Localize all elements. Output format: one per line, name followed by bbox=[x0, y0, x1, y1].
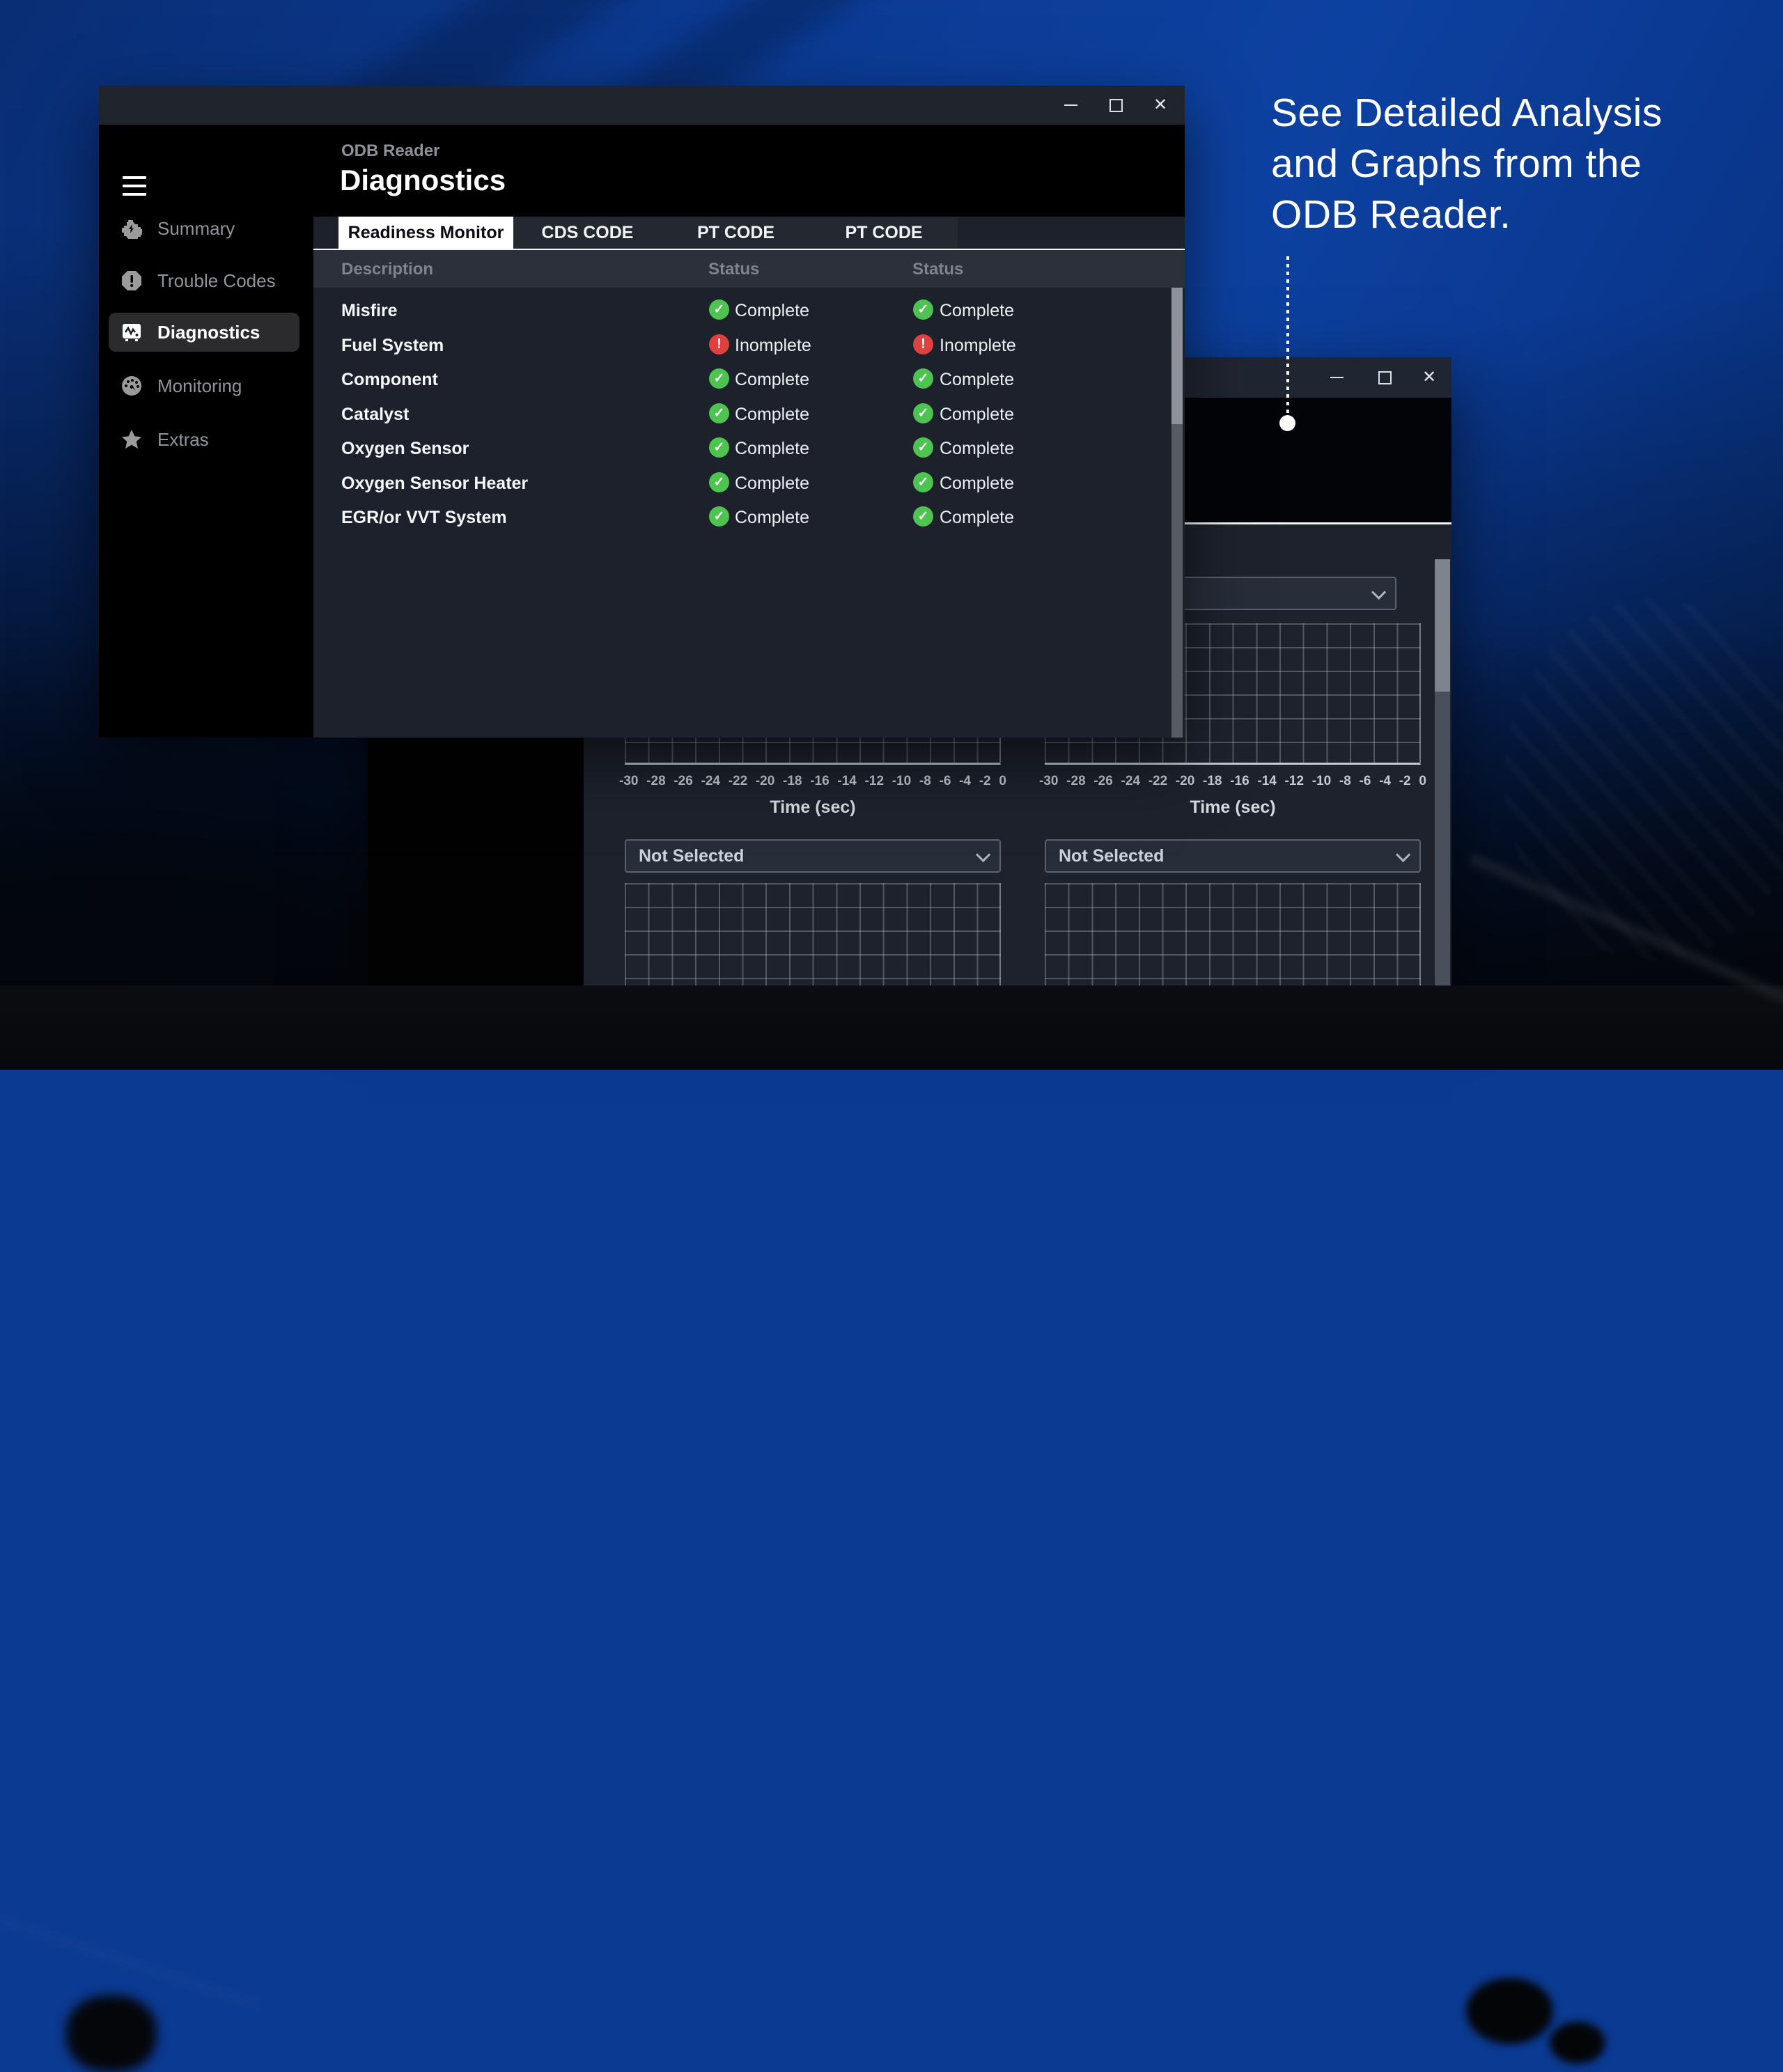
check-circle-icon: ✓ bbox=[709, 437, 729, 458]
readiness-table: Misfire ✓ Complete ✓ Complete Fuel Syste… bbox=[313, 288, 1185, 738]
tab-pt-code-1[interactable]: PT CODE bbox=[662, 217, 810, 249]
sunglasses-photo bbox=[1466, 1978, 1553, 2044]
check-circle-icon: ✓ bbox=[913, 368, 933, 389]
alert-circle-icon: ! bbox=[709, 334, 729, 355]
app-title: ODB Reader bbox=[341, 141, 439, 161]
annotation-connector-line bbox=[1286, 256, 1289, 415]
desk-object-photo bbox=[66, 1995, 157, 2072]
tab-bar: Readiness Monitor CDS CODE PT CODE PT CO… bbox=[338, 217, 958, 249]
check-circle-icon: ✓ bbox=[709, 368, 729, 389]
annotation-line: and Graphs from the bbox=[1271, 139, 1663, 189]
close-icon[interactable]: ✕ bbox=[1413, 364, 1445, 391]
graphs-scrollbar[interactable] bbox=[1435, 559, 1450, 986]
check-circle-icon: ✓ bbox=[913, 472, 933, 492]
maximize-icon[interactable] bbox=[1100, 91, 1132, 119]
pid-select-left-lower[interactable]: Not Selected bbox=[625, 839, 1001, 873]
sidebar: Summary Trouble Codes Diagnostics Monito… bbox=[99, 125, 313, 738]
check-circle-icon: ✓ bbox=[913, 506, 933, 527]
sidebar-item-summary[interactable]: Summary bbox=[109, 209, 299, 248]
alert-circle-icon: ! bbox=[913, 334, 933, 355]
annotation-connector-dot bbox=[1279, 415, 1295, 431]
table-row: Oxygen Sensor Heater ✓ Complete ✓ Comple… bbox=[313, 467, 1185, 501]
diagnostics-scrollbar-thumb[interactable] bbox=[1171, 288, 1183, 424]
star-icon bbox=[120, 428, 143, 451]
diagnostics-monitor-icon bbox=[120, 320, 143, 344]
sidebar-item-label: Extras bbox=[157, 429, 209, 451]
chevron-down-icon bbox=[1371, 584, 1386, 599]
minimize-icon[interactable] bbox=[1054, 91, 1087, 119]
table-row: Misfire ✓ Complete ✓ Complete bbox=[313, 294, 1185, 329]
sidebar-item-extras[interactable]: Extras bbox=[109, 420, 299, 459]
table-row: Component ✓ Complete ✓ Complete bbox=[313, 363, 1185, 398]
chart-grid-right-lower bbox=[1045, 883, 1421, 986]
annotation-text: See Detailed Analysis and Graphs from th… bbox=[1271, 88, 1663, 240]
check-circle-icon: ✓ bbox=[709, 506, 729, 527]
x-axis-ticks-left: -30-28-26-24-22-20-18-16-14-12-10-8-6-4-… bbox=[619, 774, 1006, 789]
pid-select-right-lower[interactable]: Not Selected bbox=[1045, 839, 1421, 873]
check-circle-icon: ✓ bbox=[913, 403, 933, 423]
desk-photo-strip bbox=[0, 986, 1783, 1070]
gauge-icon bbox=[120, 374, 143, 398]
minimize-icon[interactable] bbox=[1321, 364, 1353, 391]
alert-octagon-icon bbox=[120, 269, 143, 293]
sidebar-item-label: Monitoring bbox=[157, 375, 242, 397]
diagnostics-scrollbar[interactable] bbox=[1171, 288, 1183, 738]
annotation-line: See Detailed Analysis bbox=[1271, 88, 1663, 139]
check-circle-icon: ✓ bbox=[709, 472, 729, 492]
x-axis-label-right: Time (sec) bbox=[1045, 797, 1421, 818]
desk-object-photo bbox=[0, 1912, 258, 2006]
close-icon[interactable]: ✕ bbox=[1144, 91, 1176, 119]
tab-readiness-monitor[interactable]: Readiness Monitor bbox=[338, 217, 513, 249]
chevron-down-icon bbox=[976, 847, 990, 862]
x-axis-ticks-right: -30-28-26-24-22-20-18-16-14-12-10-8-6-4-… bbox=[1039, 774, 1426, 789]
sidebar-item-monitoring[interactable]: Monitoring bbox=[109, 366, 299, 405]
background-tread-pattern bbox=[1504, 599, 1783, 961]
sunglasses-photo bbox=[1550, 2022, 1605, 2064]
graphs-scrollbar-thumb[interactable] bbox=[1435, 559, 1450, 692]
column-header-status-1: Status bbox=[708, 260, 759, 279]
diagnostics-window-titlebar[interactable]: ✕ bbox=[99, 86, 1185, 125]
x-axis-label-left: Time (sec) bbox=[625, 797, 1001, 818]
column-header-description: Description bbox=[341, 260, 433, 279]
sidebar-item-trouble-codes[interactable]: Trouble Codes bbox=[109, 261, 299, 300]
table-row: Oxygen Sensor ✓ Complete ✓ Complete bbox=[313, 432, 1185, 467]
menu-icon[interactable] bbox=[123, 176, 146, 196]
chevron-down-icon bbox=[1396, 847, 1410, 862]
table-row: EGR/or VVT System ✓ Complete ✓ Complete bbox=[313, 501, 1185, 536]
check-circle-icon: ✓ bbox=[709, 299, 729, 320]
sidebar-item-label: Diagnostics bbox=[157, 322, 260, 343]
chart-grid-left-lower bbox=[625, 883, 1001, 986]
diagnostics-window: ✕ Summary Trouble Codes Diagnosti bbox=[99, 86, 1185, 738]
column-header-status-2: Status bbox=[912, 260, 963, 279]
check-circle-icon: ✓ bbox=[913, 437, 933, 458]
annotation-line: ODB Reader. bbox=[1271, 189, 1663, 240]
table-row: Catalyst ✓ Complete ✓ Complete bbox=[313, 398, 1185, 433]
check-circle-icon: ✓ bbox=[913, 299, 933, 320]
tab-cds-code[interactable]: CDS CODE bbox=[513, 217, 662, 249]
desktop-background: ✕ -30-28-26-24-22-20-18-16-14-12-10-8-6-… bbox=[0, 0, 1783, 1070]
tab-pt-code-2[interactable]: PT CODE bbox=[810, 217, 958, 249]
page-title: Diagnostics bbox=[340, 164, 506, 197]
check-circle-icon: ✓ bbox=[709, 403, 729, 423]
sidebar-item-label: Summary bbox=[157, 218, 235, 240]
table-row: Fuel System ! Inomplete ! Inomplete bbox=[313, 329, 1185, 364]
sidebar-item-diagnostics[interactable]: Diagnostics bbox=[109, 313, 299, 352]
sidebar-item-label: Trouble Codes bbox=[157, 270, 276, 292]
engine-icon bbox=[120, 217, 143, 240]
table-header: Description Status Status bbox=[313, 250, 1185, 288]
maximize-icon[interactable] bbox=[1369, 364, 1401, 391]
